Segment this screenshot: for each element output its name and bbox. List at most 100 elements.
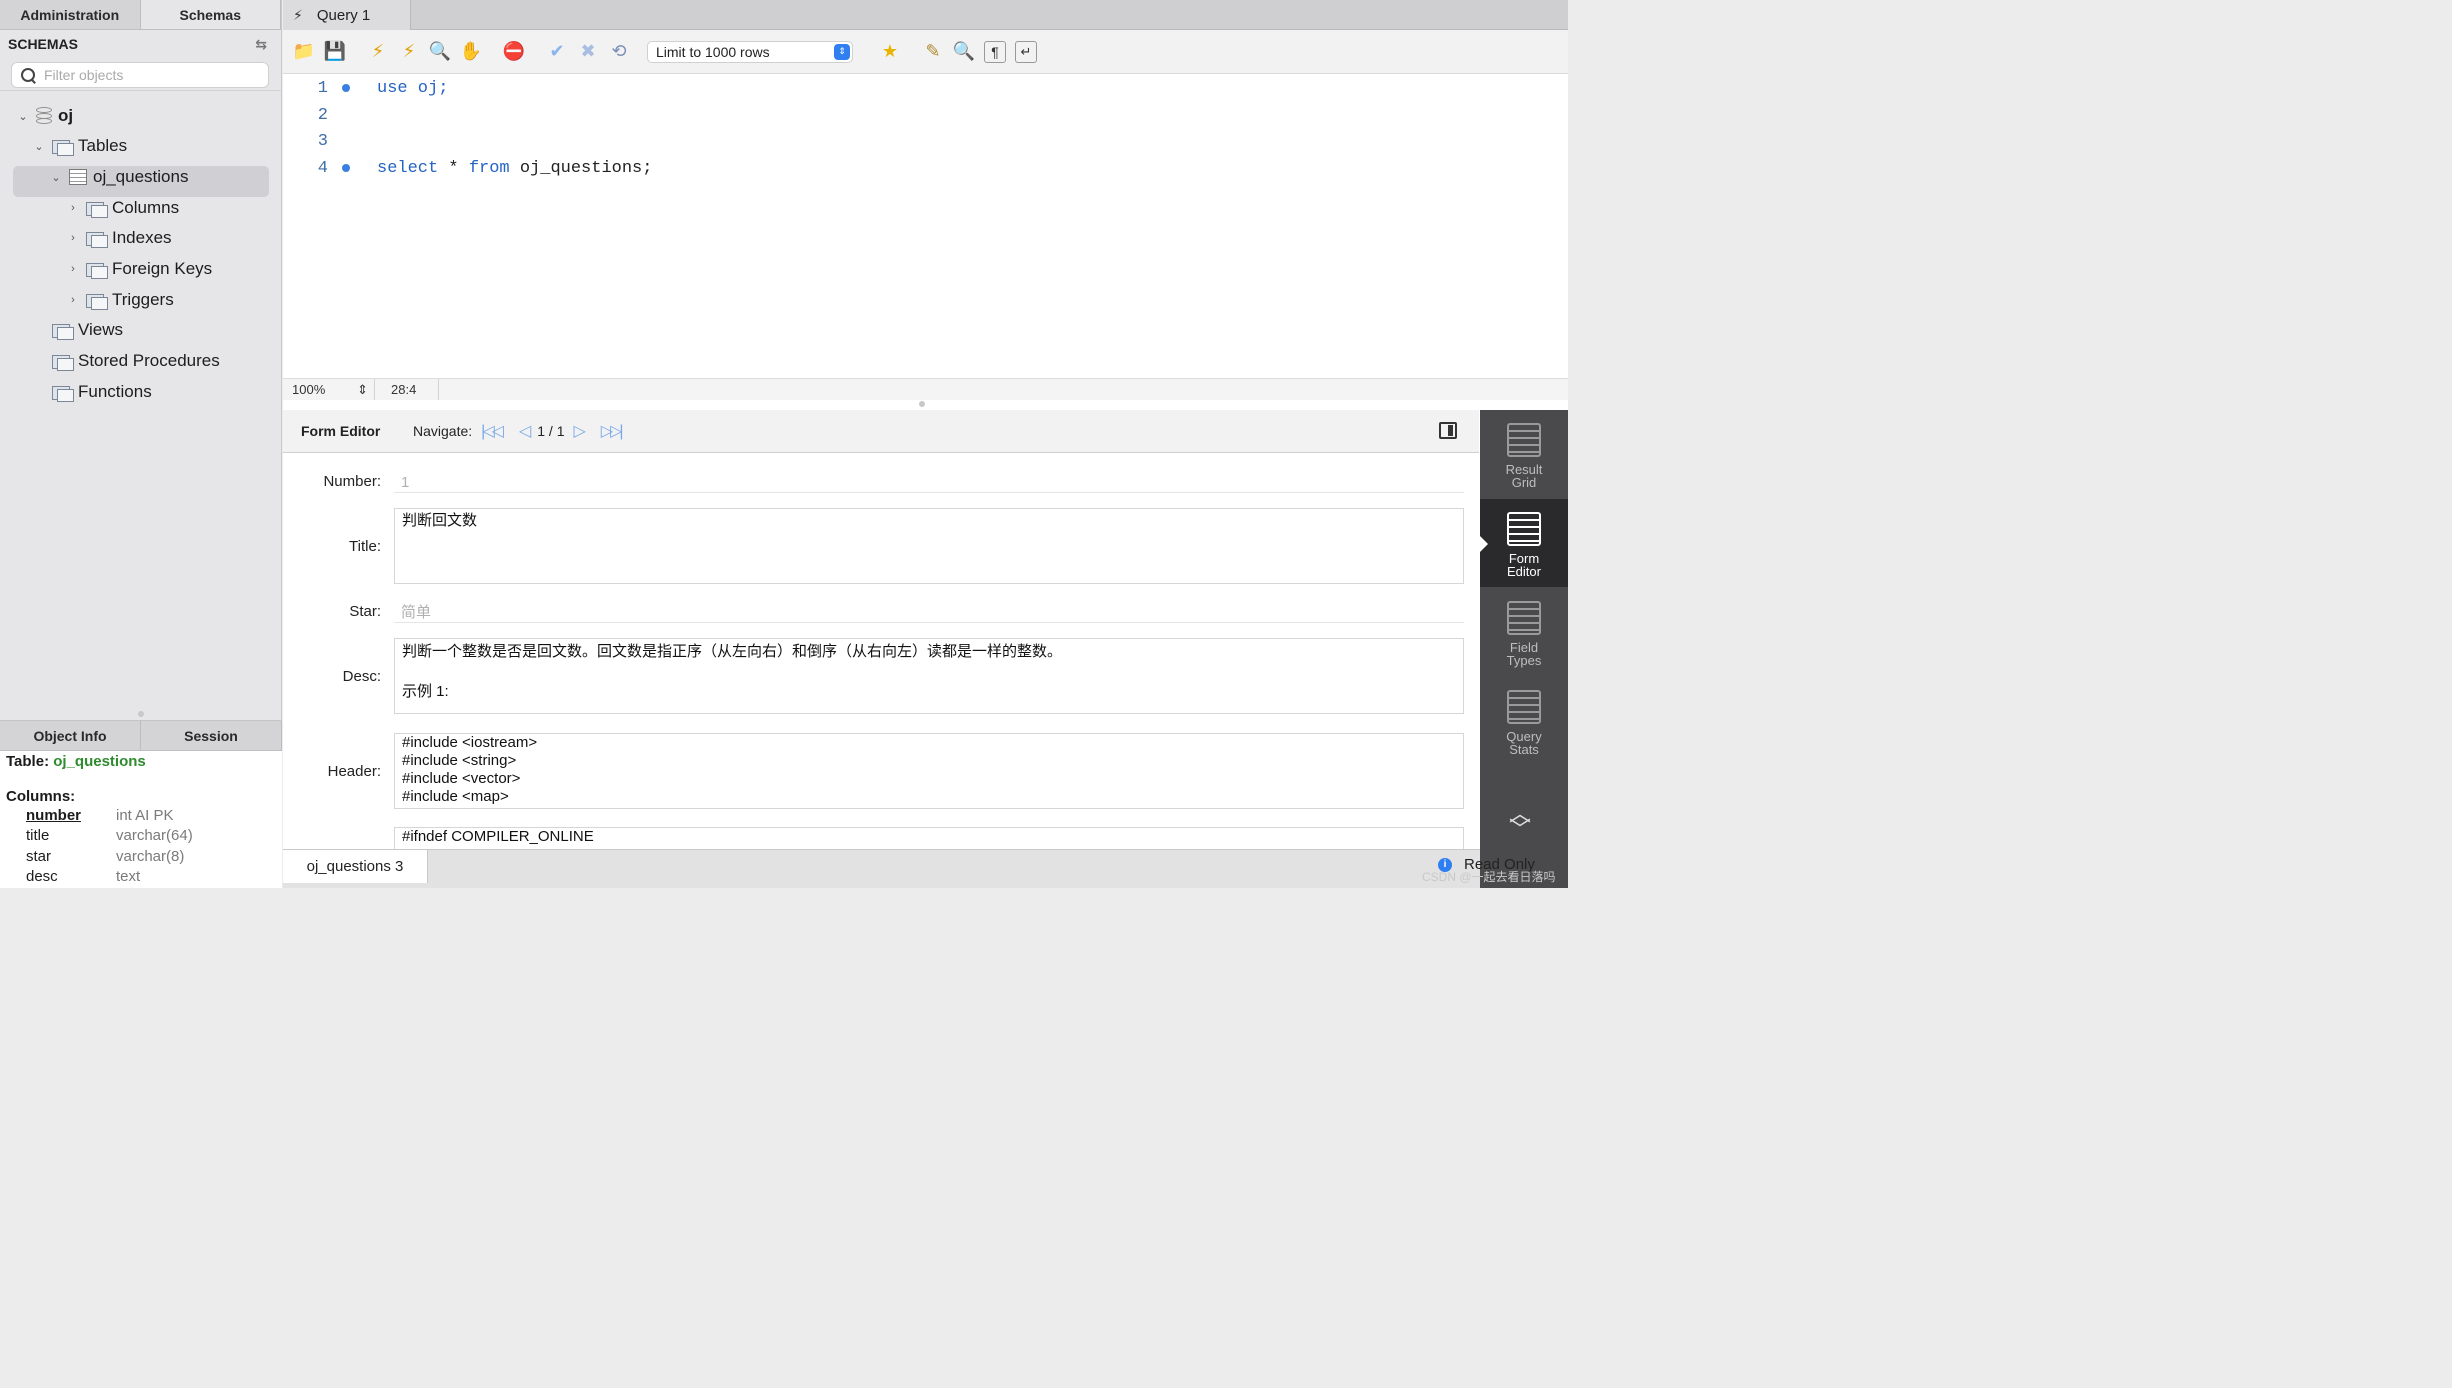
- execute-current-icon[interactable]: ⚡: [398, 41, 420, 63]
- lightning-icon: ⚡: [293, 6, 303, 23]
- schema-name: oj: [58, 106, 74, 125]
- tab-session[interactable]: Session: [141, 721, 282, 750]
- tree-views[interactable]: Views: [32, 315, 123, 345]
- tree-foreign-keys[interactable]: › Foreign Keys: [66, 254, 212, 284]
- splitter-handle[interactable]: [919, 401, 925, 407]
- tree-tables[interactable]: ⌄ Tables: [32, 131, 127, 161]
- filter-box[interactable]: [11, 62, 269, 88]
- next-record-icon[interactable]: ▷: [573, 421, 585, 441]
- scroll-tabs-icon[interactable]: ︿ ﹀: [1508, 803, 1532, 841]
- open-file-icon[interactable]: 📁: [293, 41, 315, 63]
- tab-object-info[interactable]: Object Info: [0, 721, 141, 750]
- explain-icon[interactable]: 🔍: [429, 41, 451, 63]
- desc-field[interactable]: 判断一个整数是否是回文数。回文数是指正序（从左向右）和倒序（从右向左）读都是一样…: [394, 638, 1464, 714]
- tree-stored-procedures[interactable]: Stored Procedures: [32, 346, 220, 376]
- zoom-control[interactable]: 100% ⇕: [283, 379, 375, 400]
- tree-label: Tables: [78, 136, 128, 155]
- editor-status-bar: 100% ⇕ 28:4: [283, 378, 1568, 400]
- tab-administration[interactable]: Administration: [0, 0, 141, 29]
- chevron-right-icon[interactable]: ›: [66, 294, 80, 306]
- tree-label: Indexes: [112, 228, 172, 247]
- stop-on-error-icon[interactable]: ⛔: [503, 41, 525, 63]
- refresh-icon[interactable]: ⇆: [255, 36, 267, 53]
- form-editor-title: Form Editor: [301, 423, 381, 439]
- stepper-icon[interactable]: ⇕: [357, 382, 368, 398]
- tree-label: Views: [78, 320, 124, 339]
- result-tabbar: oj_questions 3: [283, 849, 1480, 888]
- number-field[interactable]: 1: [394, 471, 1464, 493]
- filter-input[interactable]: [44, 67, 244, 83]
- tab-schemas[interactable]: Schemas: [140, 0, 281, 29]
- splitter-handle[interactable]: [138, 711, 144, 717]
- tree-table-oj-questions[interactable]: ⌄ oj_questions: [49, 162, 188, 192]
- limit-rows-select[interactable]: Limit to 1000 rows ⇕: [647, 40, 853, 63]
- commit-icon[interactable]: ✔: [546, 41, 568, 63]
- code-text: use oj;: [377, 78, 449, 98]
- chevron-down-icon[interactable]: ⌄: [49, 171, 63, 184]
- tail-field[interactable]: #ifndef COMPILER_ONLINE: [394, 827, 1464, 849]
- code-line: 3: [283, 128, 1483, 154]
- line-number: 2: [317, 105, 328, 125]
- chevron-right-icon[interactable]: ›: [66, 232, 80, 244]
- last-record-icon[interactable]: ▷▷|: [601, 421, 624, 441]
- tab-query-stats[interactable]: Query Stats: [1480, 677, 1568, 765]
- folder-icon: [86, 200, 108, 218]
- code-line: 4 select * from oj_questions;: [283, 155, 1483, 181]
- folder-icon: [52, 138, 74, 156]
- title-field[interactable]: 判断回文数: [394, 508, 1464, 584]
- tab-field-types[interactable]: Field Types: [1480, 588, 1568, 676]
- header-field[interactable]: #include <iostream> #include <string> #i…: [394, 733, 1464, 809]
- execute-icon[interactable]: ⚡: [367, 41, 389, 63]
- tab-form-editor[interactable]: Form Editor: [1479, 499, 1568, 587]
- star-field[interactable]: 简单: [394, 601, 1464, 623]
- column-row: number int AI PK: [6, 805, 282, 826]
- wrap-lines-icon[interactable]: ↵: [1015, 40, 1037, 63]
- column-name: star: [26, 847, 52, 865]
- folder-icon: [86, 261, 108, 279]
- tab-query-1[interactable]: ⚡ Query 1: [283, 0, 411, 30]
- tree-label: oj_questions: [93, 167, 189, 186]
- column-name: title: [26, 827, 50, 845]
- tree-schema-oj[interactable]: ⌄ oj: [16, 101, 73, 131]
- navigate-label: Navigate:: [413, 423, 473, 439]
- form-body: Number: 1 Title: 判断回文数 Star: 简单 Desc: 判断…: [283, 453, 1479, 849]
- tree-indexes[interactable]: › Indexes: [66, 223, 172, 253]
- query-tab-label: Query 1: [316, 6, 371, 24]
- tree-functions[interactable]: Functions: [32, 377, 152, 407]
- tree-label: Columns: [112, 198, 180, 217]
- folder-icon: [52, 384, 74, 402]
- add-snippet-icon[interactable]: ★: [879, 41, 901, 63]
- column-type: text: [116, 868, 141, 886]
- folder-icon: [52, 353, 74, 371]
- select-stepper-icon: ⇕: [834, 43, 850, 60]
- panel-toggle-icon[interactable]: [1439, 422, 1457, 439]
- save-icon[interactable]: 💾: [324, 41, 346, 63]
- tab-result-grid[interactable]: Result Grid: [1480, 410, 1568, 498]
- tab-result-oj-questions[interactable]: oj_questions 3: [283, 850, 428, 883]
- chevron-right-icon[interactable]: ›: [66, 202, 80, 214]
- tree-triggers[interactable]: › Triggers: [66, 285, 174, 315]
- chevron-down-icon[interactable]: ⌄: [16, 110, 30, 123]
- chevron-down-icon[interactable]: ⌄: [32, 140, 46, 153]
- tree-label: Foreign Keys: [112, 259, 213, 278]
- beautify-icon[interactable]: ✎: [922, 41, 944, 63]
- tree-columns[interactable]: › Columns: [66, 193, 179, 223]
- find-icon[interactable]: 🔍: [953, 41, 975, 63]
- record-position: 1 / 1: [537, 423, 565, 439]
- rollback-icon[interactable]: ✖: [577, 41, 599, 63]
- stop-icon[interactable]: ✋: [460, 41, 482, 63]
- query-stats-icon: [1507, 690, 1541, 724]
- first-record-icon[interactable]: |◁◁: [481, 421, 504, 441]
- autocommit-icon[interactable]: ⟲: [608, 41, 630, 63]
- grid-icon: [1507, 423, 1541, 457]
- column-name: desc: [26, 868, 58, 886]
- tree-label: Functions: [78, 382, 152, 401]
- sql-editor[interactable]: 1 use oj; 2 3 4 select * from oj_questio…: [283, 74, 1568, 378]
- chevron-right-icon[interactable]: ›: [66, 263, 80, 275]
- tree-label: Stored Procedures: [78, 351, 220, 370]
- prev-record-icon[interactable]: ◁: [519, 421, 531, 441]
- column-type: int AI PK: [116, 806, 174, 824]
- zoom-level: 100%: [292, 382, 326, 397]
- form-editor-header: Form Editor Navigate: |◁◁ ◁ 1 / 1 ▷ ▷▷|: [283, 410, 1479, 453]
- invisible-chars-icon[interactable]: ¶: [984, 40, 1006, 63]
